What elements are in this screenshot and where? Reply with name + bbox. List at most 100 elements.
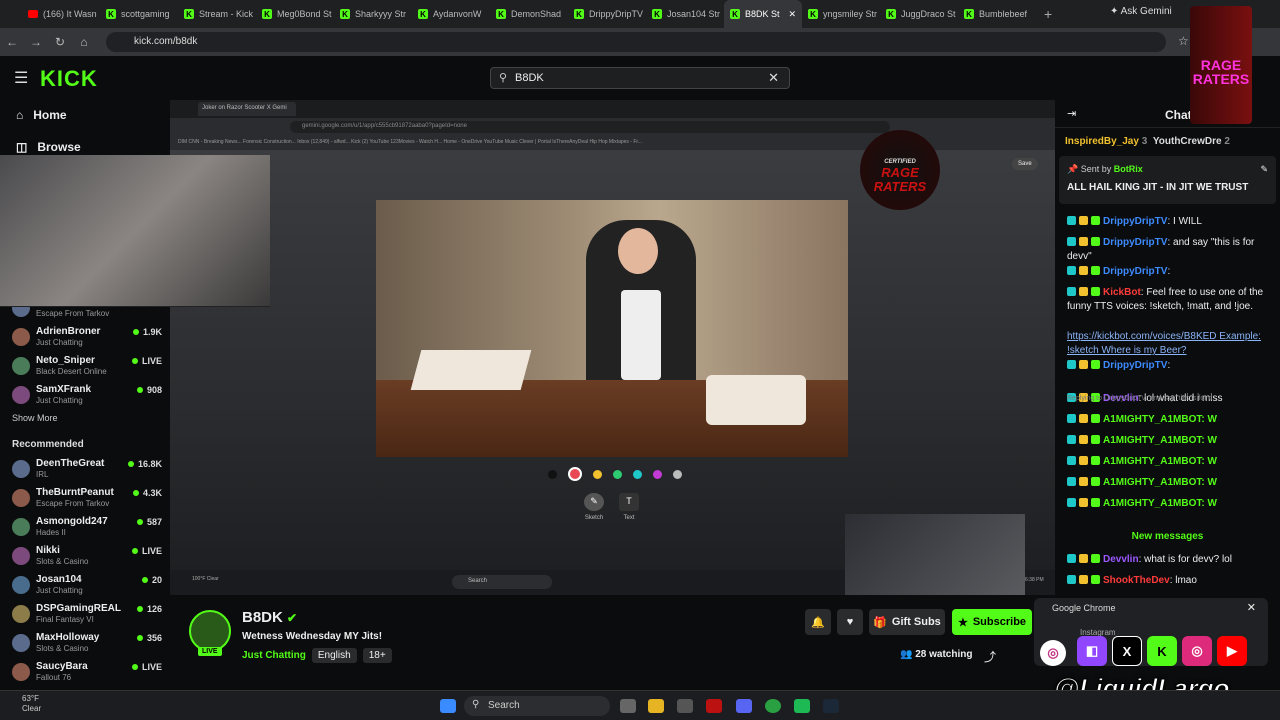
channel-item[interactable]: AdrienBroner Just Chatting 1.9K [12, 326, 162, 354]
browser-tab[interactable]: K Josan104 Str [646, 0, 724, 28]
chat-username[interactable]: A1MIGHTY_A1MBOT [1103, 498, 1201, 509]
color-swatch[interactable] [673, 469, 682, 479]
chat-username[interactable]: Devvlin [1103, 554, 1139, 565]
chat-username[interactable]: DrippyDripTV [1103, 360, 1167, 371]
color-swatch[interactable] [548, 469, 557, 479]
app-icon[interactable] [706, 699, 722, 713]
home-icon[interactable]: ⌂ [72, 35, 96, 49]
chat-username[interactable]: KickBot [1103, 287, 1141, 298]
channel-item[interactable]: MaxHolloway Slots & Casino 356 [12, 632, 162, 660]
chat-message[interactable]: A1MIGHTY_A1MBOT: W [1067, 455, 1272, 469]
channel-item[interactable]: TheBurntPeanut Escape From Tarkov 4.3K [12, 487, 162, 515]
notification-bell-icon[interactable]: 🔔 [805, 609, 831, 635]
chat-username[interactable]: A1MIGHTY_A1MBOT [1103, 477, 1201, 488]
browser-tab[interactable]: K Meg0Bond St [256, 0, 334, 28]
hamburger-menu-icon[interactable]: ☰ [14, 68, 28, 88]
chat-username[interactable]: DrippyDripTV [1103, 237, 1167, 248]
gift-subs-button[interactable]: 🎁 Gift Subs [869, 609, 945, 635]
chat-message[interactable]: Devvlin: what is for devv? lol [1067, 553, 1272, 567]
close-icon[interactable]: ✕ [1247, 601, 1256, 614]
ask-gemini-button[interactable]: ✦ Ask Gemini [1110, 6, 1172, 17]
browser-tab[interactable]: K AydanvonW [412, 0, 490, 28]
chat-username[interactable]: A1MIGHTY_A1MBOT [1103, 435, 1201, 446]
channel-item[interactable]: DSPGamingREAL Final Fantasy VI 126 [12, 603, 162, 631]
top-user[interactable]: InspiredBy_Jay [1065, 136, 1139, 147]
color-swatch[interactable] [633, 469, 642, 479]
channel-item[interactable]: SaucyBara Fallout 76 LIVE [12, 661, 162, 689]
channel-item[interactable]: Josan104 Just Chatting 20 [12, 574, 162, 602]
browser-tab[interactable]: K Sharkyyy Str [334, 0, 412, 28]
pinned-message[interactable]: 📌 Sent by BotRix ALL HAIL KING JIT - IN … [1059, 156, 1276, 204]
tag-language[interactable]: English [311, 648, 357, 663]
text-tool[interactable]: T Text [617, 493, 641, 521]
follow-heart-icon[interactable]: ♥ [837, 609, 863, 635]
channel-item[interactable]: Neto_Sniper Black Desert Online LIVE [12, 355, 162, 383]
reload-icon[interactable]: ↻ [48, 35, 72, 49]
back-icon[interactable]: ← [0, 35, 24, 49]
chat-username[interactable]: DrippyDripTV [1103, 216, 1167, 227]
chat-username[interactable]: DrippyDripTV [1103, 266, 1167, 277]
close-tab-icon[interactable]: ✕ [788, 9, 796, 20]
chat-message[interactable]: A1MIGHTY_A1MBOT: W [1067, 413, 1272, 427]
save-button[interactable]: Save [1012, 158, 1038, 170]
chat-message[interactable]: A1MIGHTY_A1MBOT: W [1067, 497, 1272, 511]
taskbar-search[interactable]: ⚲ Search [464, 696, 610, 716]
app-icon[interactable] [677, 699, 693, 713]
streamer-name[interactable]: B8DK ✔ [242, 609, 297, 626]
bookmark-star-icon[interactable]: ☆ [1178, 34, 1189, 48]
sidebar-item-browse[interactable]: ◫ Browse [16, 140, 81, 154]
subscribe-button[interactable]: ★ Subscribe [952, 609, 1032, 635]
browser-tab[interactable]: K JuggDraco St [880, 0, 958, 28]
chat-message[interactable]: https://kickbot.com/voices/B8KED Example… [1067, 330, 1272, 358]
chrome-icon[interactable] [765, 699, 781, 713]
chat-message[interactable]: ShookTheDev: lmao [1067, 574, 1272, 588]
steam-icon[interactable] [823, 699, 839, 713]
channel-item[interactable]: Asmongold247 Hades II 587 [12, 516, 162, 544]
task-view-icon[interactable] [620, 699, 636, 713]
channel-item[interactable]: SamXFrank Just Chatting 908 [12, 384, 162, 412]
browser-tab[interactable]: Kscottgaming [100, 0, 178, 28]
top-user[interactable]: YouthCrewDre [1153, 136, 1222, 147]
url-field[interactable]: kick.com/b8dk [106, 32, 1166, 52]
start-icon[interactable] [440, 699, 456, 713]
chat-message[interactable]: A1MIGHTY_A1MBOT: W [1067, 476, 1272, 490]
kick-logo[interactable]: KICK [40, 66, 98, 92]
browser-tab[interactable]: K DemonShad [490, 0, 568, 28]
discord-icon[interactable] [736, 699, 752, 713]
channel-item[interactable]: DeenTheGreat IRL 16.8K [12, 458, 162, 486]
chat-username[interactable]: A1MIGHTY_A1MBOT [1103, 456, 1201, 467]
category-link[interactable]: Just Chatting [242, 648, 306, 663]
color-swatch[interactable] [568, 467, 582, 481]
browser-tab[interactable]: (166) It Wasn [22, 0, 100, 28]
chat-message[interactable]: DrippyDripTV: [1067, 359, 1272, 373]
clear-search-icon[interactable]: ✕ [768, 70, 779, 86]
forward-icon[interactable]: → [24, 35, 48, 49]
new-messages-divider[interactable]: New messages [1055, 531, 1280, 542]
browser-tab[interactable]: K Bumblebeef [958, 0, 1036, 28]
share-icon[interactable]: ⤴ [984, 648, 996, 665]
collapse-chat-icon[interactable]: ⇥ [1067, 107, 1076, 120]
app-icon[interactable] [794, 699, 810, 713]
chat-message[interactable]: DrippyDripTV: [1067, 265, 1272, 279]
sketch-tool[interactable]: ✎ Sketch [582, 493, 606, 521]
chat-message[interactable]: A1MIGHTY_A1MBOT: W [1067, 434, 1272, 448]
browser-tab[interactable]: K DrippyDripTV [568, 0, 646, 28]
new-tab-button[interactable]: + [1036, 6, 1060, 22]
chat-message[interactable]: DrippyDripTV: I WILL [1067, 215, 1272, 229]
chat-message[interactable]: DrippyDripTV: and say "this is for devv" [1067, 236, 1272, 264]
browser-tab[interactable]: K B8DK St ✕ [724, 0, 802, 28]
channel-item[interactable]: Nikki Slots & Casino LIVE [12, 545, 162, 573]
tag-age[interactable]: 18+ [362, 648, 392, 663]
chat-username[interactable]: ShookTheDev [1103, 575, 1170, 586]
show-more-link[interactable]: Show More [12, 413, 58, 423]
chat-username[interactable]: A1MIGHTY_A1MBOT [1103, 414, 1201, 425]
color-swatch[interactable] [593, 469, 602, 479]
browser-tab[interactable]: K Stream - Kick [178, 0, 256, 28]
weather-widget[interactable]: 63°F Clear [22, 694, 41, 714]
streamer-avatar[interactable] [189, 610, 231, 652]
chat-message[interactable]: KickBot: Feel free to use one of the fun… [1067, 286, 1272, 314]
browser-tab[interactable]: Kyngsmiley Str [802, 0, 880, 28]
file-explorer-icon[interactable] [648, 699, 664, 713]
search-input[interactable]: ⚲ B8DK ✕ [490, 67, 790, 89]
color-swatch[interactable] [613, 469, 622, 479]
